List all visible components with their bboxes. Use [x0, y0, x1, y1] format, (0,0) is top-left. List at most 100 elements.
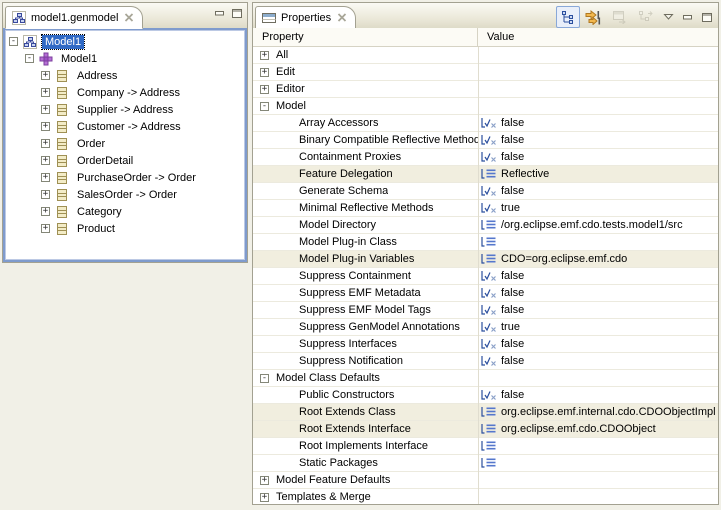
- property-value-cell[interactable]: Reflective: [478, 166, 718, 182]
- property-value-cell[interactable]: [478, 64, 718, 80]
- plus-expander-icon[interactable]: +: [41, 207, 50, 216]
- property-row[interactable]: Root Extends Interfaceorg.eclipse.emf.cd…: [253, 421, 718, 438]
- tree-item[interactable]: +Product: [5, 220, 245, 237]
- property-row[interactable]: Model Plug-in Class: [253, 234, 718, 251]
- close-icon[interactable]: [124, 13, 134, 22]
- property-row[interactable]: -Model: [253, 98, 718, 115]
- tree-item[interactable]: +Order: [5, 135, 245, 152]
- tree-item[interactable]: +Supplier -> Address: [5, 101, 245, 118]
- property-value-cell[interactable]: false: [478, 285, 718, 301]
- property-value-cell[interactable]: false: [478, 387, 718, 403]
- property-row[interactable]: Minimal Reflective Methodstrue: [253, 200, 718, 217]
- restore-default-value-button[interactable]: [608, 6, 632, 28]
- plus-expander-icon[interactable]: +: [260, 85, 269, 94]
- plus-expander-icon[interactable]: +: [260, 51, 269, 60]
- property-value-cell[interactable]: [478, 438, 718, 454]
- plus-expander-icon[interactable]: +: [41, 224, 50, 233]
- minus-expander-icon[interactable]: -: [260, 102, 269, 111]
- property-row[interactable]: Binary Compatible Reflective Methodsfals…: [253, 132, 718, 149]
- property-row[interactable]: Root Extends Classorg.eclipse.emf.intern…: [253, 404, 718, 421]
- plus-expander-icon[interactable]: +: [260, 493, 269, 502]
- property-row[interactable]: +All: [253, 47, 718, 64]
- property-row[interactable]: Static Packages: [253, 455, 718, 472]
- property-row[interactable]: Feature DelegationReflective: [253, 166, 718, 183]
- property-row[interactable]: Suppress GenModel Annotationstrue: [253, 319, 718, 336]
- property-row[interactable]: Suppress EMF Metadatafalse: [253, 285, 718, 302]
- tree-item[interactable]: +Customer -> Address: [5, 118, 245, 135]
- plus-expander-icon[interactable]: +: [260, 476, 269, 485]
- property-row[interactable]: Suppress Notificationfalse: [253, 353, 718, 370]
- plus-expander-icon[interactable]: +: [41, 71, 50, 80]
- property-value-cell[interactable]: false: [478, 149, 718, 165]
- property-row[interactable]: +Templates & Merge: [253, 489, 718, 504]
- property-value-cell[interactable]: false: [478, 336, 718, 352]
- property-value-cell[interactable]: [478, 98, 718, 114]
- property-row[interactable]: Root Implements Interface: [253, 438, 718, 455]
- property-value-cell[interactable]: [478, 81, 718, 97]
- plus-expander-icon[interactable]: +: [41, 156, 50, 165]
- plus-expander-icon[interactable]: +: [41, 122, 50, 131]
- property-row[interactable]: Suppress Containmentfalse: [253, 268, 718, 285]
- property-row[interactable]: Suppress EMF Model Tagsfalse: [253, 302, 718, 319]
- column-header-property[interactable]: Property: [253, 28, 478, 46]
- tab-model1-genmodel[interactable]: model1.genmodel: [5, 6, 143, 29]
- property-value-cell[interactable]: false: [478, 115, 718, 131]
- property-value-cell[interactable]: /org.eclipse.emf.cdo.tests.model1/src: [478, 217, 718, 233]
- maximize-button[interactable]: [698, 6, 715, 28]
- plus-expander-icon[interactable]: +: [41, 190, 50, 199]
- property-row[interactable]: +Edit: [253, 64, 718, 81]
- property-row[interactable]: Generate Schemafalse: [253, 183, 718, 200]
- tree-item[interactable]: -Model1: [5, 50, 245, 67]
- property-value-cell[interactable]: org.eclipse.emf.internal.cdo.CDOObjectIm…: [478, 404, 718, 420]
- property-value-cell[interactable]: false: [478, 268, 718, 284]
- property-value-cell[interactable]: true: [478, 319, 718, 335]
- show-advanced-properties-button[interactable]: [582, 6, 606, 28]
- plus-expander-icon[interactable]: +: [260, 68, 269, 77]
- minus-expander-icon[interactable]: -: [9, 37, 18, 46]
- property-value-cell[interactable]: false: [478, 302, 718, 318]
- plus-expander-icon[interactable]: +: [41, 173, 50, 182]
- property-value-cell[interactable]: [478, 47, 718, 63]
- property-row[interactable]: Model Directory/org.eclipse.emf.cdo.test…: [253, 217, 718, 234]
- tab-properties[interactable]: Properties: [255, 6, 356, 29]
- property-value-cell[interactable]: false: [478, 183, 718, 199]
- tree-item[interactable]: +PurchaseOrder -> Order: [5, 169, 245, 186]
- property-value-cell[interactable]: false: [478, 132, 718, 148]
- property-row[interactable]: Containment Proxiesfalse: [253, 149, 718, 166]
- property-row[interactable]: Public Constructorsfalse: [253, 387, 718, 404]
- minus-expander-icon[interactable]: -: [260, 374, 269, 383]
- view-menu-button[interactable]: [660, 6, 677, 28]
- property-value-cell[interactable]: false: [478, 353, 718, 369]
- tree-item[interactable]: +SalesOrder -> Order: [5, 186, 245, 203]
- tree-item[interactable]: +Category: [5, 203, 245, 220]
- minus-expander-icon[interactable]: -: [25, 54, 34, 63]
- property-value-cell[interactable]: [478, 455, 718, 471]
- property-row[interactable]: Suppress Interfacesfalse: [253, 336, 718, 353]
- maximize-icon[interactable]: [231, 8, 243, 19]
- pin-property-view-button[interactable]: [634, 6, 658, 28]
- column-resize-handle[interactable]: [478, 28, 479, 504]
- property-row[interactable]: Array Accessorsfalse: [253, 115, 718, 132]
- show-categories-button[interactable]: [556, 6, 580, 28]
- close-icon[interactable]: [337, 13, 347, 22]
- property-row[interactable]: +Model Feature Defaults: [253, 472, 718, 489]
- property-value-cell[interactable]: true: [478, 200, 718, 216]
- plus-expander-icon[interactable]: +: [41, 139, 50, 148]
- property-value-cell[interactable]: [478, 234, 718, 250]
- property-value-cell[interactable]: [478, 370, 718, 386]
- minimize-button[interactable]: [679, 6, 696, 28]
- property-value-cell[interactable]: CDO=org.eclipse.emf.cdo: [478, 251, 718, 267]
- property-row[interactable]: +Editor: [253, 81, 718, 98]
- tree-item[interactable]: -Model1: [5, 33, 245, 50]
- minimize-icon[interactable]: [214, 8, 226, 19]
- property-value-cell[interactable]: [478, 489, 718, 504]
- tree-item[interactable]: +OrderDetail: [5, 152, 245, 169]
- column-header-value[interactable]: Value: [478, 28, 718, 46]
- property-value-cell[interactable]: org.eclipse.emf.cdo.CDOObject: [478, 421, 718, 437]
- plus-expander-icon[interactable]: +: [41, 88, 50, 97]
- property-value-cell[interactable]: [478, 472, 718, 488]
- tree-item[interactable]: +Address: [5, 67, 245, 84]
- plus-expander-icon[interactable]: +: [41, 105, 50, 114]
- property-row[interactable]: -Model Class Defaults: [253, 370, 718, 387]
- tree-item[interactable]: +Company -> Address: [5, 84, 245, 101]
